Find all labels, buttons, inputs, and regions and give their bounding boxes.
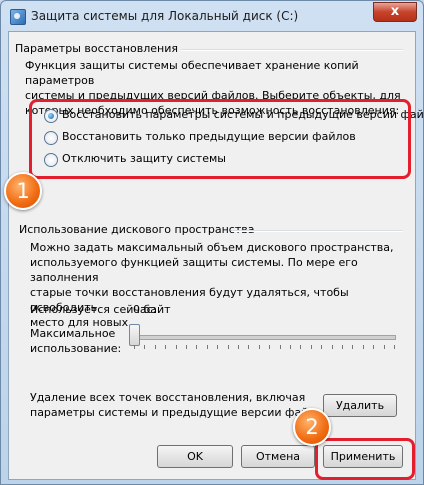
slider-tick <box>331 345 333 349</box>
slider-tick <box>300 345 302 349</box>
slider-tick <box>154 345 156 349</box>
delete-description: Удаление всех точек восстановления, вклю… <box>30 391 333 419</box>
slider-tick <box>373 345 375 349</box>
slider-tick <box>196 345 198 349</box>
disk-group-title: Использование дискового пространства <box>19 223 255 236</box>
max-usage-slider-thumb[interactable] <box>129 324 140 346</box>
max-usage-label: Максимальное использование: <box>30 327 122 355</box>
group-divider <box>231 230 403 232</box>
slider-tick <box>310 345 312 349</box>
annotation-badge-2: 2 <box>293 408 331 446</box>
slider-tick <box>269 345 271 349</box>
slider-tick <box>290 345 291 349</box>
annotation-badge-1: 1 <box>4 172 42 210</box>
annotation-highlight-apply <box>315 438 415 480</box>
slider-tick <box>175 345 177 349</box>
cancel-button[interactable]: Отмена <box>241 445 315 468</box>
slider-tick <box>362 345 364 349</box>
group-divider <box>181 49 403 51</box>
slider-tick <box>394 345 395 349</box>
slider-tick <box>227 345 229 349</box>
slider-tick <box>248 345 250 349</box>
slider-tick <box>342 345 343 349</box>
slider-tick <box>134 345 135 349</box>
slider-tick <box>383 345 385 349</box>
slider-tick <box>321 345 323 349</box>
slider-tick <box>217 345 219 349</box>
window-title: Защита системы для Локальный диск (C:) <box>31 9 299 23</box>
system-protection-icon <box>10 9 26 25</box>
restore-group-title: Параметры восстановления <box>15 42 178 55</box>
current-usage-value: 0 байт <box>133 303 171 316</box>
close-button[interactable]: x <box>373 2 417 22</box>
slider-tick <box>206 345 208 349</box>
slider-tick <box>165 345 167 349</box>
slider-tick <box>186 345 187 349</box>
max-usage-slider-track[interactable] <box>134 335 396 340</box>
slider-tick <box>238 345 239 349</box>
slider-tick <box>279 345 281 349</box>
slider-tick <box>258 345 260 349</box>
dialog-window: Защита системы для Локальный диск (C:) x… <box>0 0 424 485</box>
delete-button[interactable]: Удалить <box>323 394 397 417</box>
slider-tick <box>144 345 146 349</box>
title-bar[interactable]: Защита системы для Локальный диск (C:) x <box>1 1 423 31</box>
annotation-highlight-options <box>29 99 411 179</box>
slider-tick <box>352 345 354 349</box>
ok-button[interactable]: OK <box>157 445 233 468</box>
